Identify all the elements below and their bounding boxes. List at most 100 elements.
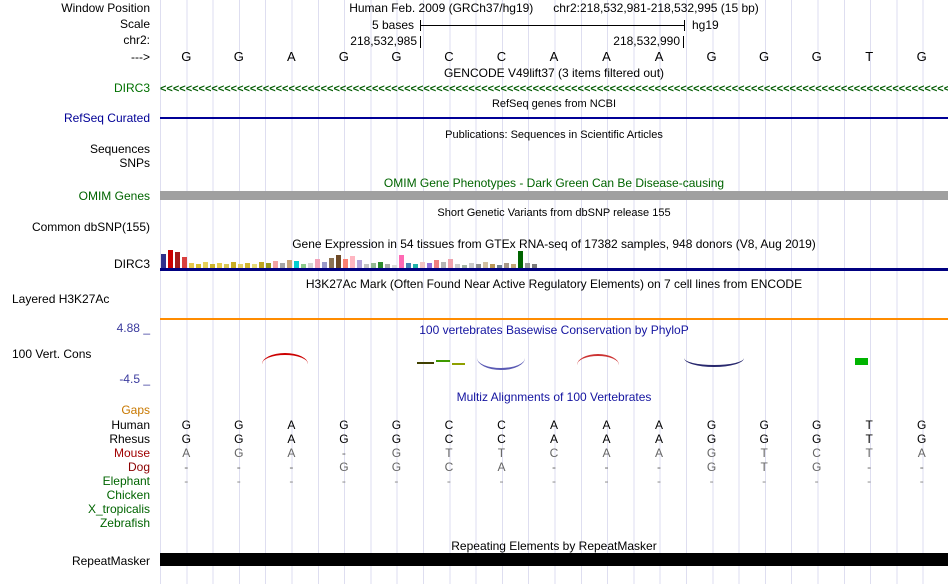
multiz-row-human[interactable]: Human G G A G G C C A A A G G G T G — [0, 418, 948, 432]
dbsnp-track-label[interactable]: Common dbSNP(155) — [0, 221, 150, 234]
omim-item[interactable] — [160, 191, 948, 200]
align-cell: - — [341, 474, 346, 488]
omim-track-label[interactable]: OMIM Genes — [0, 190, 150, 203]
gtex-bar[interactable] — [343, 259, 348, 268]
gtex-bar[interactable] — [315, 259, 320, 268]
gtex-bar[interactable] — [294, 261, 299, 268]
align-cell: G — [811, 432, 822, 446]
align-cell: A — [182, 446, 191, 460]
species-label[interactable]: Elephant — [0, 474, 150, 488]
refseq-title[interactable]: RefSeq genes from NCBI — [160, 98, 948, 111]
scale-label: Scale — [119, 17, 150, 31]
align-cell: T — [760, 460, 768, 474]
align-cell: G — [917, 418, 927, 432]
gtex-bar[interactable] — [518, 251, 523, 268]
cons-mark — [436, 360, 450, 362]
gencode-title[interactable]: GENCODE V49lift37 (3 items filtered out) — [160, 67, 948, 80]
species-label[interactable]: Mouse — [0, 446, 150, 460]
align-cell: A — [287, 446, 296, 460]
align-cell: A — [602, 446, 611, 460]
gaps-track-label[interactable]: Gaps — [0, 404, 150, 417]
align-cell: C — [497, 432, 506, 446]
gencode-track-label[interactable]: DIRC3 — [0, 82, 150, 95]
species-label[interactable]: Human — [0, 418, 150, 432]
gtex-bar[interactable] — [287, 260, 292, 268]
coord-right-tick — [683, 36, 684, 48]
h3k27ac-title[interactable]: H3K27Ac Mark (Often Found Near Active Re… — [160, 278, 948, 291]
gtex-bar[interactable] — [399, 255, 404, 268]
gtex-bar[interactable] — [357, 260, 362, 268]
align-cell: A — [602, 418, 611, 432]
species-label[interactable]: Zebrafish — [0, 516, 150, 530]
gtex-bar[interactable] — [448, 259, 453, 268]
align-cell: G — [234, 432, 244, 446]
gtex-bar[interactable] — [175, 252, 180, 268]
gtex-bar[interactable] — [329, 258, 334, 268]
snps-track-label[interactable]: SNPs — [0, 157, 150, 170]
gtex-bar[interactable] — [161, 254, 166, 268]
base-cell: G — [391, 49, 402, 64]
align-cell: A — [602, 432, 611, 446]
align-cell: - — [184, 474, 189, 488]
align-cell: A — [287, 418, 296, 432]
coord-right: 218,532,990 — [613, 34, 680, 48]
multiz-row-x_tropicalis[interactable]: X_tropicalis — [0, 502, 948, 516]
gtex-bar[interactable] — [336, 255, 341, 268]
align-cell: C — [812, 446, 821, 460]
multiz-alignments[interactable]: Human G G A G G C C A A A G G G T G Rhesus G G A G G C C A A A G G G T… — [0, 418, 948, 530]
species-label[interactable]: Rhesus — [0, 432, 150, 446]
align-cell: - — [236, 474, 241, 488]
repeatmasker-title[interactable]: Repeating Elements by RepeatMasker — [160, 540, 948, 553]
repeatmasker-track-label[interactable]: RepeatMasker — [0, 555, 150, 568]
align-cell: A — [497, 460, 506, 474]
multiz-row-rhesus[interactable]: Rhesus G G A G G C C A A A G G G T G — [0, 432, 948, 446]
gtex-bar[interactable] — [350, 256, 355, 268]
alignment-cells: GGAGGCCAAAGGGTG — [160, 432, 948, 446]
multiz-row-dog[interactable]: Dog - - - G G C A - - - G T G - - — [0, 460, 948, 474]
align-cell: G — [339, 460, 349, 474]
gtex-track-label[interactable]: DIRC3 — [0, 258, 150, 271]
gencode-item[interactable]: <<<<<<<<<<<<<<<<<<<<<<<<<<<<<<<<<<<<<<<<… — [160, 84, 948, 95]
align-cell: C — [444, 460, 454, 474]
species-label[interactable]: X_tropicalis — [0, 502, 150, 516]
multiz-row-zebrafish[interactable]: Zebrafish — [0, 516, 948, 530]
cons-mark — [417, 362, 434, 364]
refseq-item[interactable] — [160, 117, 948, 119]
scale-bar — [420, 20, 685, 31]
align-cell: G — [706, 446, 717, 460]
multiz-row-elephant[interactable]: Elephant - - - - - - - - - - - - - - - — [0, 474, 948, 488]
omim-title[interactable]: OMIM Gene Phenotypes - Dark Green Can Be… — [160, 177, 948, 190]
dbsnp-title[interactable]: Short Genetic Variants from dbSNP releas… — [160, 207, 948, 220]
gtex-bars[interactable] — [161, 246, 949, 268]
repeatmasker-item[interactable] — [160, 553, 948, 566]
gtex-bar[interactable] — [434, 260, 439, 268]
align-cell: T — [865, 418, 873, 432]
align-cell: C — [549, 446, 559, 460]
gtex-bar[interactable] — [168, 250, 173, 268]
align-cell: G — [181, 418, 191, 432]
align-cell: - — [604, 460, 609, 474]
multiz-title[interactable]: Multiz Alignments of 100 Vertebrates — [160, 391, 948, 404]
sequences-track-label[interactable]: Sequences — [0, 143, 150, 156]
species-label[interactable]: Dog — [0, 460, 150, 474]
scale-value: 5 bases — [371, 18, 414, 32]
align-cell: - — [289, 460, 294, 474]
refseq-track-label[interactable]: RefSeq Curated — [0, 112, 150, 125]
h3k27ac-track-label[interactable]: Layered H3K27Ac — [12, 293, 109, 306]
h3k27ac-item[interactable] — [160, 318, 948, 320]
cons-track-label[interactable]: 100 Vert. Cons — [12, 348, 91, 361]
align-cell: A — [655, 418, 664, 432]
publications-title[interactable]: Publications: Sequences in Scientific Ar… — [160, 129, 948, 142]
multiz-row-chicken[interactable]: Chicken — [0, 488, 948, 502]
species-label[interactable]: Chicken — [0, 488, 150, 502]
align-cell: G — [706, 432, 717, 446]
align-cell: - — [394, 474, 399, 488]
multiz-row-mouse[interactable]: Mouse A G A - G T T C A A G T C T A — [0, 446, 948, 460]
align-cell: A — [549, 432, 558, 446]
cons-title[interactable]: 100 vertebrates Basewise Conservation by… — [160, 324, 948, 337]
align-cell: T — [865, 446, 873, 460]
gtex-gene-line[interactable] — [160, 268, 948, 271]
gtex-bar[interactable] — [182, 257, 187, 268]
gtex-bar[interactable] — [273, 261, 278, 268]
align-cell: A — [917, 446, 926, 460]
